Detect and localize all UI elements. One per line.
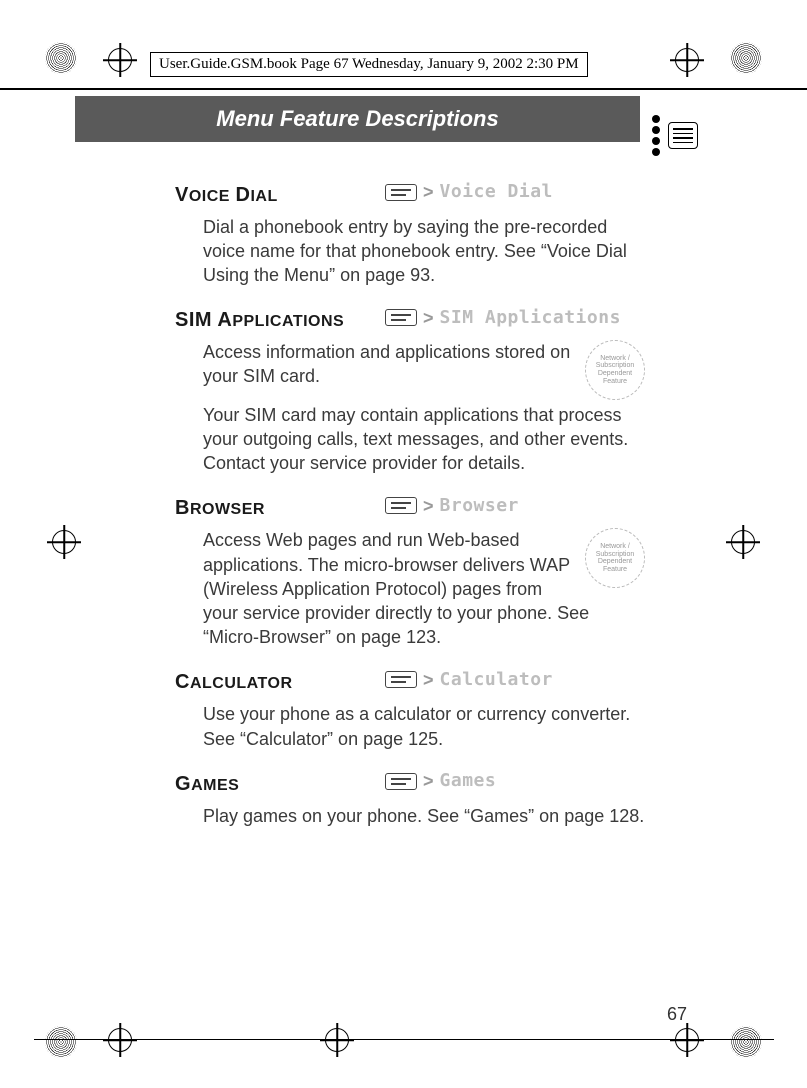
menu-key-icon xyxy=(385,773,417,790)
menu-path: > Games xyxy=(385,769,496,793)
menu-key-icon xyxy=(385,184,417,201)
section-heading-row: VOICE DIAL > Voice Dial xyxy=(175,180,645,209)
chevron-right-icon: > xyxy=(423,180,434,204)
section-heading-row: BROWSER > Browser xyxy=(175,494,645,523)
menu-label: Voice Dial xyxy=(440,180,553,204)
printer-disc-icon xyxy=(730,1026,762,1058)
section-body: Your SIM card may contain applications t… xyxy=(203,403,645,476)
section-body: Use your phone as a calculator or curren… xyxy=(203,702,645,751)
page-title: Menu Feature Descriptions xyxy=(75,96,640,142)
section-heading: BROWSER xyxy=(175,495,385,522)
print-header: User.Guide.GSM.book Page 67 Wednesday, J… xyxy=(150,52,588,77)
menu-key-icon xyxy=(385,671,417,688)
menu-path: > SIM Applications xyxy=(385,306,621,330)
menu-path: > Voice Dial xyxy=(385,180,553,204)
network-dependent-icon: Network / Subscription Dependent Feature xyxy=(585,528,645,588)
section-heading: CALCULATOR xyxy=(175,669,385,696)
network-dependent-icon: Network / Subscription Dependent Feature xyxy=(585,340,645,400)
page-number: 67 xyxy=(667,1004,687,1025)
menu-path: > Browser xyxy=(385,494,519,518)
content-area: VOICE DIAL > Voice Dial Dial a phonebook… xyxy=(175,180,645,828)
menu-key-icon xyxy=(385,309,417,326)
section-heading-row: GAMES > Games xyxy=(175,769,645,798)
menu-key-icon xyxy=(385,497,417,514)
section-body: Network / Subscription Dependent Feature… xyxy=(203,528,645,649)
section-heading-row: CALCULATOR > Calculator xyxy=(175,668,645,697)
section-body: Dial a phonebook entry by saying the pre… xyxy=(203,215,645,288)
menu-label: SIM Applications xyxy=(440,306,621,330)
section-body-text: Access Web pages and run Web-based appli… xyxy=(203,530,589,647)
section-body-text: Access information and applications stor… xyxy=(203,342,570,386)
section-heading: SIM APPLICATIONS xyxy=(175,307,385,334)
registration-mark-icon xyxy=(675,48,699,72)
registration-mark-icon xyxy=(325,1028,349,1052)
registration-mark-icon xyxy=(52,530,76,554)
horizontal-rule xyxy=(0,88,807,90)
printer-disc-icon xyxy=(45,1026,77,1058)
chevron-right-icon: > xyxy=(423,668,434,692)
registration-mark-icon xyxy=(108,1028,132,1052)
section-heading: VOICE DIAL xyxy=(175,182,385,209)
chevron-right-icon: > xyxy=(423,306,434,330)
printer-disc-icon xyxy=(730,42,762,74)
crop-line xyxy=(34,1039,774,1040)
printer-disc-icon xyxy=(45,42,77,74)
registration-mark-icon xyxy=(675,1028,699,1052)
chevron-right-icon: > xyxy=(423,494,434,518)
registration-mark-icon xyxy=(731,530,755,554)
menu-label: Games xyxy=(440,769,497,793)
menu-list-icon xyxy=(652,112,698,159)
chevron-right-icon: > xyxy=(423,769,434,793)
menu-label: Browser xyxy=(440,494,519,518)
section-heading: GAMES xyxy=(175,771,385,798)
section-body: Play games on your phone. See “Games” on… xyxy=(203,804,645,828)
menu-path: > Calculator xyxy=(385,668,553,692)
registration-mark-icon xyxy=(108,48,132,72)
section-heading-row: SIM APPLICATIONS > SIM Applications xyxy=(175,306,645,335)
section-body: Network / Subscription Dependent Feature… xyxy=(203,340,645,389)
menu-label: Calculator xyxy=(440,668,553,692)
